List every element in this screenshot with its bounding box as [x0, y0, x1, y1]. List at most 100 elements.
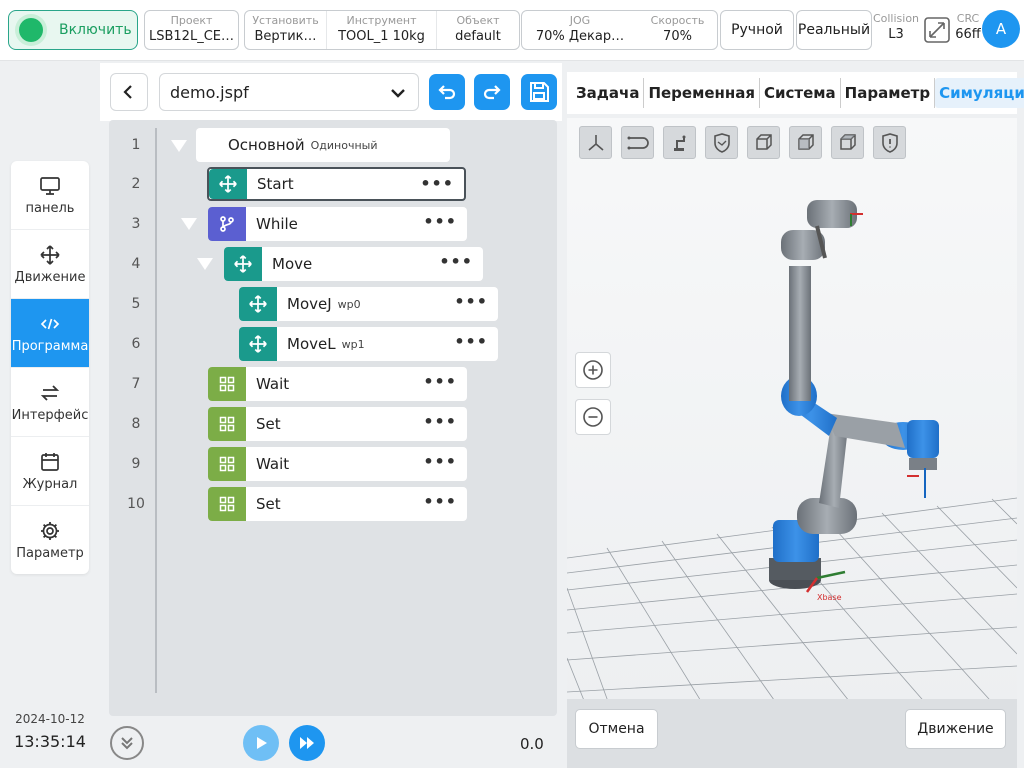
expand-icon[interactable]: [923, 16, 951, 44]
more-icon[interactable]: •••: [439, 254, 473, 270]
collision-caption: Collision: [872, 12, 920, 25]
user-avatar[interactable]: A: [982, 10, 1020, 48]
tree-node-move[interactable]: Move •••: [224, 247, 483, 281]
power-status-icon: [19, 18, 43, 42]
back-button[interactable]: [110, 73, 148, 111]
speed-selector[interactable]: Скорость 70%: [638, 11, 717, 49]
line-number: 7: [131, 376, 141, 392]
tab-parameter[interactable]: Параметр: [841, 78, 936, 108]
node-name: Wait: [256, 455, 290, 473]
grid-icon: [208, 407, 246, 441]
zoom-out-icon: [583, 407, 603, 427]
tree-node-wait[interactable]: Wait •••: [208, 367, 467, 401]
view-robot-button[interactable]: [663, 126, 696, 159]
grid-icon: [208, 447, 246, 481]
run-button[interactable]: [243, 725, 279, 761]
tool-selector[interactable]: Инструмент TOOL_1 10kg: [327, 11, 437, 49]
view-cube-side-button[interactable]: [789, 126, 822, 159]
more-icon[interactable]: •••: [423, 454, 457, 470]
install-selector[interactable]: Установить Вертик…: [245, 11, 327, 49]
install-caption: Установить: [252, 14, 319, 27]
sidebar-item-program[interactable]: Программа: [11, 299, 89, 368]
line-number: 6: [131, 336, 141, 352]
chevron-down-icon: [391, 89, 405, 98]
tree-node-wait[interactable]: Wait •••: [208, 447, 467, 481]
more-icon[interactable]: •••: [423, 494, 457, 510]
undo-icon: [438, 85, 456, 100]
tab-simulation[interactable]: Симуляция: [935, 78, 1024, 108]
view-axes-button[interactable]: [579, 126, 612, 159]
view-cube-front-button[interactable]: [747, 126, 780, 159]
tree-node-movej[interactable]: MoveJ wp0 •••: [239, 287, 498, 321]
more-icon[interactable]: •••: [423, 414, 457, 430]
move-button[interactable]: Движение: [905, 709, 1006, 749]
tab-task[interactable]: Задача: [567, 78, 645, 108]
power-on-button[interactable]: Включить: [8, 10, 138, 50]
sidebar-item-label: Программа: [11, 338, 89, 354]
tree-node-while[interactable]: While •••: [208, 207, 467, 241]
right-panel-tabs: Задача Переменная Система Параметр Симул…: [567, 72, 1024, 114]
collapse-toggle-icon[interactable]: [197, 258, 213, 270]
node-name: Set: [256, 495, 281, 513]
object-caption: Объект: [456, 14, 500, 27]
object-selector[interactable]: Объект default: [437, 11, 519, 49]
collapse-toggle-icon[interactable]: [181, 218, 197, 230]
redo-button[interactable]: [474, 74, 510, 110]
tab-system[interactable]: Система: [760, 78, 841, 108]
program-toolbar: demo.jspf: [100, 63, 562, 121]
more-icon[interactable]: •••: [420, 176, 454, 192]
project-caption: Проект: [170, 14, 213, 27]
tree-node-main[interactable]: Основной Одиночный: [196, 128, 450, 162]
grid-icon: [208, 367, 246, 401]
redo-icon: [483, 85, 501, 100]
project-selector[interactable]: Проект LSB12L_CE…: [144, 10, 239, 50]
view-shield-button[interactable]: [705, 126, 738, 159]
view-path-button[interactable]: [621, 126, 654, 159]
node-name: MoveL: [287, 335, 336, 353]
node-sub: wp0: [337, 297, 361, 311]
more-icon[interactable]: •••: [454, 294, 488, 310]
simulation-viewport[interactable]: Xbase: [567, 118, 1017, 768]
tree-node-set[interactable]: Set •••: [208, 487, 467, 521]
scroll-down-button[interactable]: [110, 726, 144, 760]
sidebar-item-parameter[interactable]: Параметр: [11, 506, 89, 574]
undo-button[interactable]: [429, 74, 465, 110]
zoom-in-button[interactable]: [575, 352, 611, 388]
node-name: MoveJ: [287, 295, 332, 313]
axes-icon: [587, 134, 604, 151]
run-speed-value: 0.0: [520, 735, 544, 753]
tree-node-start[interactable]: Start •••: [207, 167, 466, 201]
sidebar-item-motion[interactable]: Движение: [11, 230, 89, 299]
tree-node-movel[interactable]: MoveL wp1 •••: [239, 327, 498, 361]
jog-selector[interactable]: JOG 70% Декар…: [522, 11, 638, 49]
sidebar-item-label: Журнал: [22, 476, 78, 492]
robot-3d-view: Xbase: [567, 118, 1017, 768]
zoom-in-icon: [583, 360, 603, 380]
sidebar-item-log[interactable]: Журнал: [11, 437, 89, 506]
more-icon[interactable]: •••: [423, 214, 457, 230]
tool-caption: Инструмент: [346, 14, 417, 27]
sidebar-item-panel[interactable]: панель: [11, 161, 89, 230]
sidebar-item-interface[interactable]: Интерфейс: [11, 368, 89, 437]
more-icon[interactable]: •••: [454, 334, 488, 350]
save-icon: [530, 82, 549, 102]
line-number: 5: [131, 296, 141, 312]
crc-readout: CRC 66ff: [954, 12, 982, 44]
real-mode-button[interactable]: Реальный: [796, 10, 872, 50]
tree-node-set[interactable]: Set •••: [208, 407, 467, 441]
program-file-select[interactable]: demo.jspf: [159, 73, 419, 111]
tab-variable[interactable]: Переменная: [644, 78, 760, 108]
view-cube-top-button[interactable]: [831, 126, 864, 159]
line-number: 4: [131, 256, 141, 272]
manual-mode-button[interactable]: Ручной: [720, 10, 794, 50]
axis-label: Xbase: [817, 593, 842, 602]
cancel-button[interactable]: Отмена: [575, 709, 658, 749]
zoom-out-button[interactable]: [575, 399, 611, 435]
more-icon[interactable]: •••: [423, 374, 457, 390]
step-run-button[interactable]: [289, 725, 325, 761]
collapse-toggle-icon[interactable]: [171, 140, 187, 152]
save-button[interactable]: [521, 74, 557, 110]
sidebar-item-label: панель: [25, 200, 75, 216]
grid-icon: [208, 487, 246, 521]
view-warning-button[interactable]: [873, 126, 906, 159]
